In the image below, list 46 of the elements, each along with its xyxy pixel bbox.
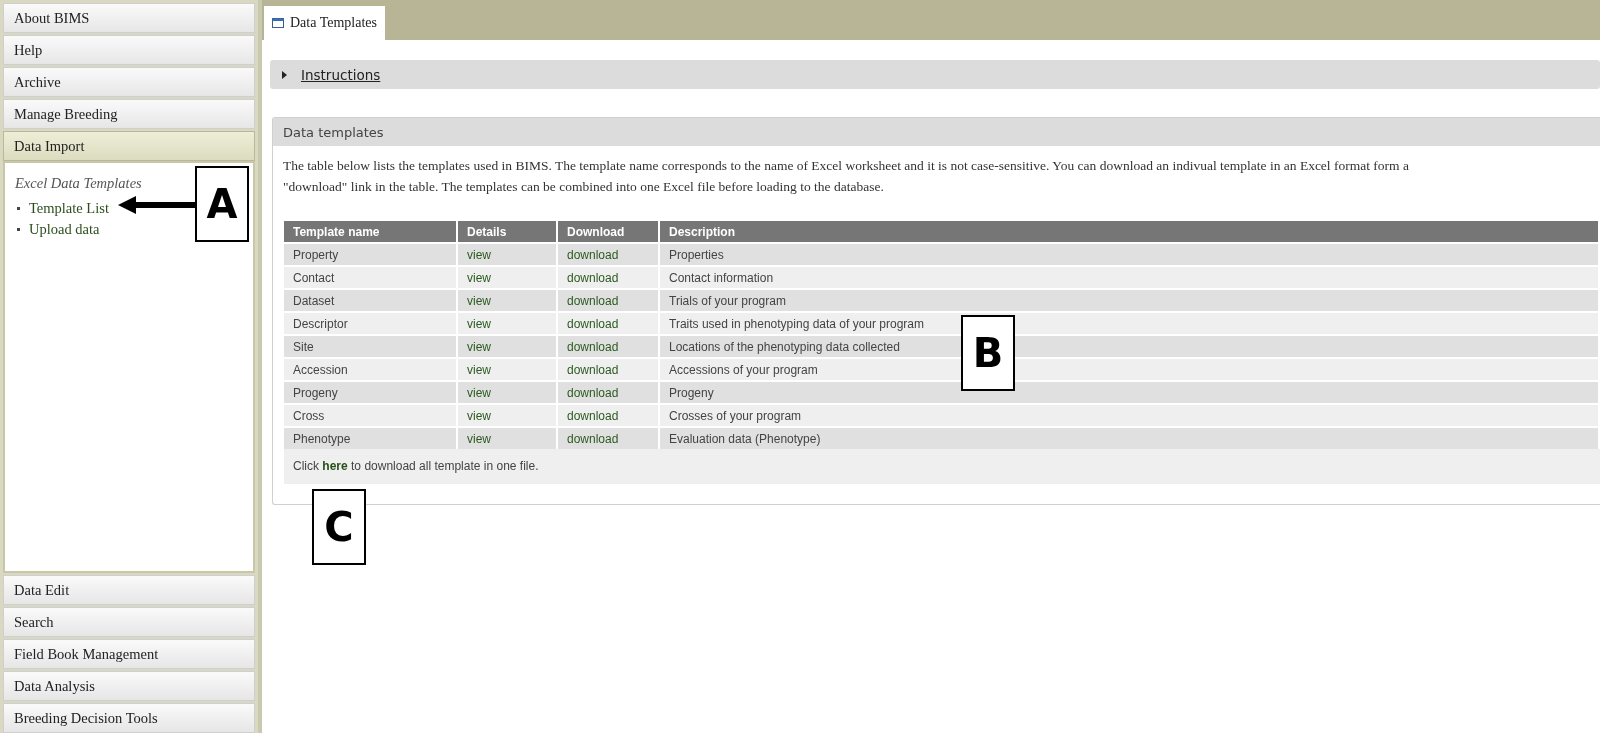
accordion-header[interactable]: Data Import — [3, 131, 255, 161]
accordion-header[interactable]: Help — [3, 35, 255, 65]
table-cell: Phenotype — [284, 427, 457, 449]
table-cell: Descriptor — [284, 312, 457, 335]
table-cell: Property — [284, 243, 457, 266]
column-header: Description — [659, 221, 1599, 243]
bullet-icon — [17, 207, 20, 210]
instructions-header[interactable]: Instructions — [270, 60, 1600, 89]
table-cell: Crosses of your program — [659, 404, 1599, 427]
triangle-right-icon — [282, 70, 287, 79]
arrow-icon — [118, 196, 196, 214]
accordion-header[interactable]: Search — [3, 607, 255, 637]
accordion-header[interactable]: Breeding Decision Tools — [3, 703, 255, 733]
table-cell: Trials of your program — [659, 289, 1599, 312]
window-icon — [272, 18, 284, 28]
table-cell: Accession — [284, 358, 457, 381]
column-header: Details — [457, 221, 557, 243]
accordion-header[interactable]: About BIMS — [3, 3, 255, 33]
bullet-icon — [17, 228, 20, 231]
section-title: Excel Data Templates — [15, 175, 143, 192]
table-cell: Evaluation data (Phenotype) — [659, 427, 1599, 449]
tab[interactable]: Data Templates — [264, 6, 385, 40]
column-header: Template name — [284, 221, 457, 243]
accordion-header[interactable]: Data Analysis — [3, 671, 255, 701]
table-cell: Dataset — [284, 289, 457, 312]
table-cell: Progeny — [284, 381, 457, 404]
sidebar-link[interactable]: Upload data — [29, 221, 100, 238]
description-text: The table below lists the templates used in BIMS. The template name corresponds to the name of Excel worksheet and it is not case-sensitive. You can download an indivual template in an Excel format form a — [283, 157, 1409, 175]
annotation-label: C — [312, 489, 366, 565]
table-cell: Properties — [659, 243, 1599, 266]
table-cell: Contact information — [659, 266, 1599, 289]
accordion-header[interactable]: Data Edit — [3, 575, 255, 605]
table-cell: Cross — [284, 404, 457, 427]
description-text: "download" link in the table. The templates can be combined into one Excel file before loading to the database. — [283, 178, 884, 196]
annotation-label: A — [195, 166, 249, 242]
sidebar-link[interactable]: Template List — [29, 200, 109, 217]
accordion-header[interactable]: Field Book Management — [3, 639, 255, 669]
download-all-text: Click here to download all template in one file. — [284, 449, 1600, 484]
table-cell: Contact — [284, 266, 457, 289]
view-link[interactable]: view — [457, 427, 557, 449]
download-link[interactable]: download — [557, 427, 659, 449]
table-cell: Site — [284, 335, 457, 358]
accordion-header[interactable]: Archive — [3, 67, 255, 97]
accordion-header[interactable]: Manage Breeding — [3, 99, 255, 129]
column-header: Download — [557, 221, 659, 243]
panel-title: Data templates — [273, 118, 1600, 146]
